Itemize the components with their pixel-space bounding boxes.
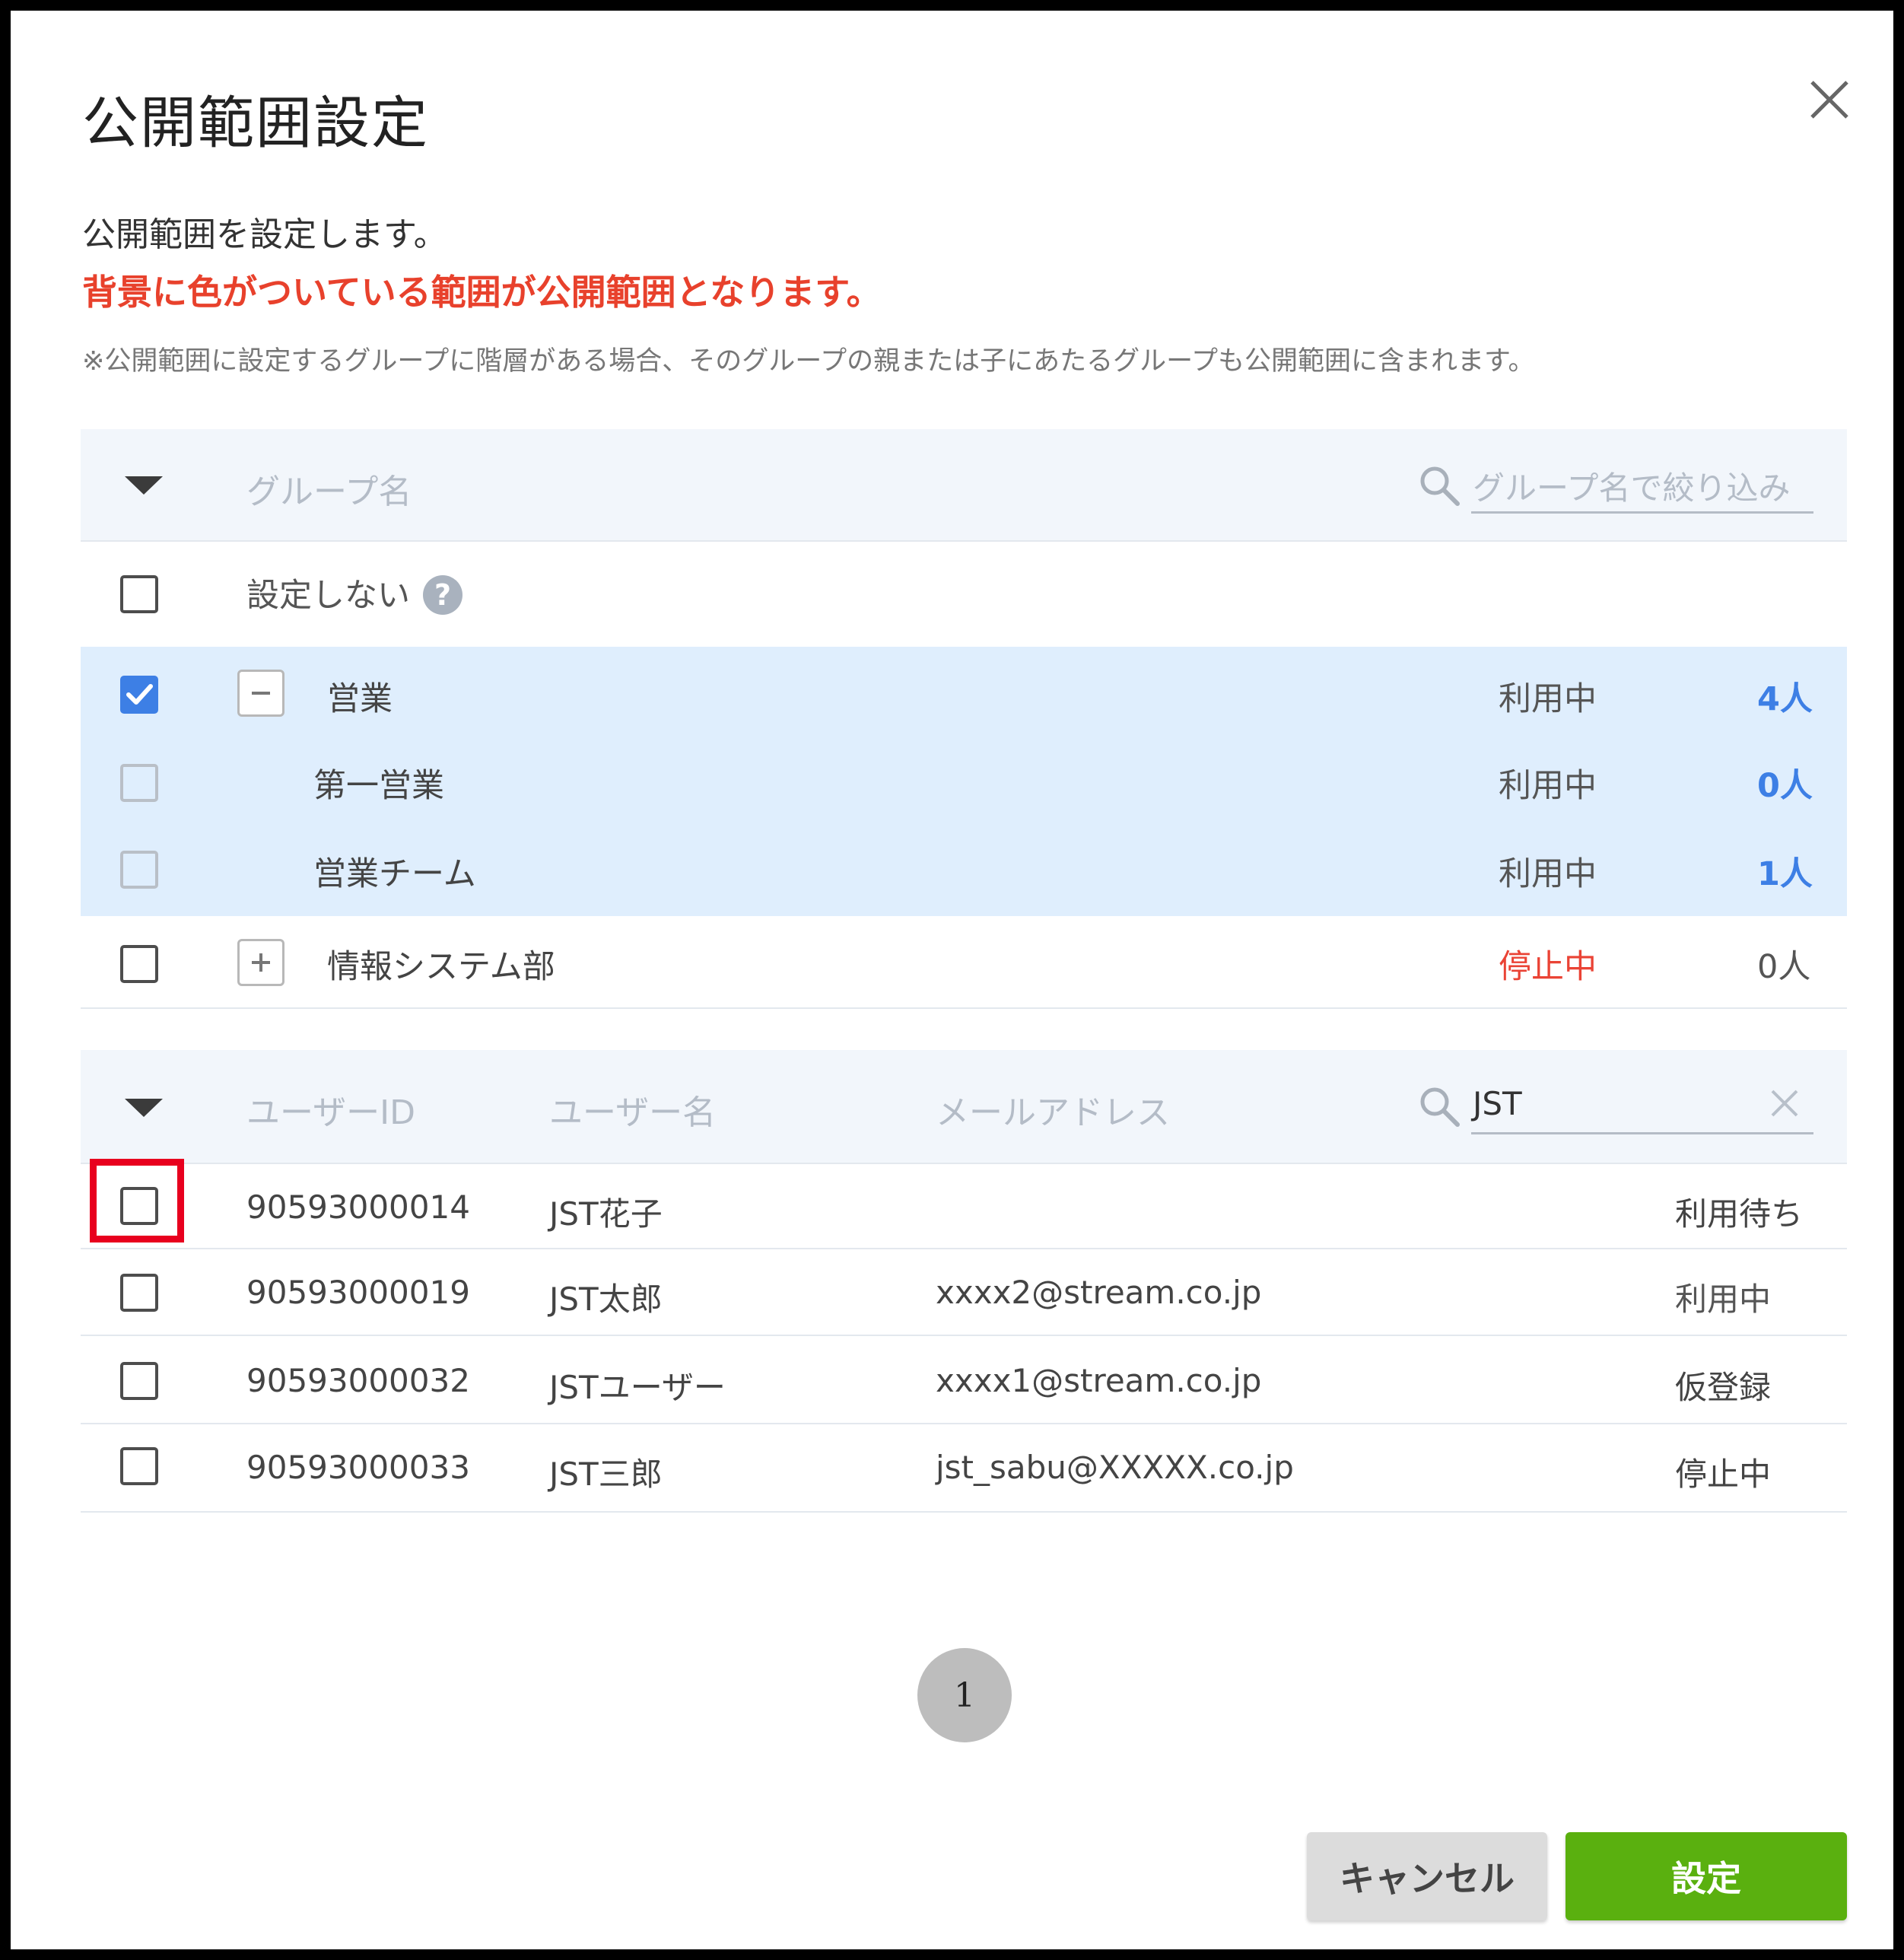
expand-plus-icon[interactable] — [237, 939, 284, 986]
user-row[interactable]: 90593000014 JST花子 利用待ち — [81, 1163, 1847, 1249]
user-email: xxxx1@stream.co.jp — [936, 1362, 1262, 1399]
user-name: JST三郎 — [549, 1456, 663, 1493]
user-id: 90593000014 — [246, 1188, 470, 1226]
user-row[interactable]: 90593000019 JST太郎 xxxx2@stream.co.jp 利用中 — [81, 1249, 1847, 1336]
email-column-header[interactable]: メールアドレス — [936, 1085, 1170, 1134]
group-name-column-header: グループ名 — [246, 473, 412, 511]
group-search-icon — [1418, 464, 1461, 507]
group-table-header: グループ名 グループ名で絞り込み — [81, 429, 1847, 542]
user-checkbox[interactable] — [120, 1362, 158, 1400]
user-email: xxxx2@stream.co.jp — [936, 1274, 1262, 1311]
highlight-notice: 背景に色がついている範囲が公開範囲となります。 — [82, 272, 882, 313]
published-range-highlight: 営業 利用中 4人 第一営業 利用中 0人 営業チーム 利用中 1人 — [81, 647, 1847, 916]
group-checkbox-checked[interactable] — [120, 676, 158, 714]
group-status: 利用中 — [1499, 767, 1597, 805]
group-row-eigyo[interactable]: 営業 利用中 4人 — [81, 647, 1847, 737]
user-search-icon — [1418, 1085, 1461, 1128]
row-divider — [81, 1511, 1847, 1513]
user-name: JSTユーザー — [549, 1369, 726, 1406]
user-checkbox[interactable] — [120, 1274, 158, 1312]
group-member-count[interactable]: 4人 — [1757, 673, 1813, 720]
group-checkbox[interactable] — [120, 851, 158, 889]
user-name: JST太郎 — [549, 1281, 663, 1318]
group-row-eigyo-team[interactable]: 営業チーム 利用中 1人 — [81, 826, 1847, 916]
collapse-minus-icon[interactable] — [237, 670, 284, 717]
group-checkbox[interactable] — [120, 945, 158, 983]
dialog-description: 公開範囲を設定します。 — [82, 215, 447, 254]
user-id: 90593000019 — [246, 1274, 470, 1311]
user-name: JST花子 — [549, 1195, 663, 1233]
pagination-current-page[interactable]: 1 — [917, 1648, 1012, 1742]
group-search-placeholder: グループ名で絞り込み — [1473, 469, 1791, 507]
group-name: 営業 — [327, 680, 393, 718]
dialog-title: 公開範囲設定 — [82, 91, 429, 156]
user-status: 利用待ち — [1675, 1195, 1804, 1233]
user-status: 利用中 — [1675, 1281, 1772, 1318]
group-member-count[interactable]: 1人 — [1757, 848, 1813, 895]
group-status: 利用中 — [1499, 680, 1597, 718]
user-name-column-header[interactable]: ユーザー名 — [549, 1085, 716, 1134]
svg-text:?: ? — [434, 578, 451, 612]
user-checkbox[interactable] — [120, 1447, 158, 1485]
user-row[interactable]: 90593000032 JSTユーザー xxxx1@stream.co.jp 仮… — [81, 1336, 1847, 1424]
user-id: 90593000033 — [246, 1449, 470, 1486]
submit-button[interactable]: 設定 — [1565, 1832, 1847, 1920]
user-status: 仮登録 — [1675, 1369, 1772, 1406]
group-checkbox[interactable] — [120, 764, 158, 802]
cancel-button[interactable]: キャンセル — [1307, 1832, 1547, 1920]
annotation-highlight-box — [90, 1159, 184, 1242]
group-name: 営業チーム — [313, 855, 476, 893]
dialog: 公開範囲設定 公開範囲を設定します。 背景に色がついている範囲が公開範囲となりま… — [0, 0, 1904, 1960]
hierarchy-note: ※公開範囲に設定するグループに階層がある場合、そのグループの親または子にあたるグ… — [82, 346, 1535, 377]
group-row-daiichi-eigyo[interactable]: 第一営業 利用中 0人 — [81, 737, 1847, 826]
clear-search-icon[interactable] — [1768, 1087, 1801, 1120]
user-row[interactable]: 90593000033 JST三郎 jst_sabu@XXXXX.co.jp 停… — [81, 1424, 1847, 1513]
group-row-joho-system[interactable]: 情報システム部 停止中 0人 — [81, 916, 1847, 1009]
user-id-column-header[interactable]: ユーザーID — [246, 1085, 415, 1134]
group-status: 停止中 — [1499, 948, 1597, 986]
user-search-field[interactable]: JST — [1471, 1077, 1813, 1134]
collapse-groups-icon[interactable] — [123, 472, 164, 498]
user-id: 90593000032 — [246, 1362, 470, 1399]
group-status: 利用中 — [1499, 855, 1597, 893]
group-search-field[interactable]: グループ名で絞り込み — [1471, 457, 1813, 514]
group-name: 第一営業 — [313, 767, 444, 805]
help-icon[interactable]: ? — [421, 574, 464, 616]
collapse-users-icon[interactable] — [123, 1094, 164, 1120]
group-member-count[interactable]: 0人 — [1757, 759, 1813, 807]
user-table-header: ユーザーID ユーザー名 メールアドレス JST — [81, 1050, 1847, 1164]
user-status: 停止中 — [1675, 1456, 1772, 1493]
group-none-row: 設定しない ? — [81, 542, 1847, 647]
none-option-label: 設定しない — [246, 577, 410, 615]
none-option-checkbox[interactable] — [120, 575, 158, 613]
close-icon[interactable] — [1803, 73, 1856, 126]
user-email: jst_sabu@XXXXX.co.jp — [936, 1449, 1294, 1486]
group-member-count[interactable]: 0人 — [1757, 940, 1810, 988]
user-search-value: JST — [1473, 1085, 1522, 1122]
group-name: 情報システム部 — [327, 948, 555, 986]
row-divider — [81, 1007, 1847, 1009]
